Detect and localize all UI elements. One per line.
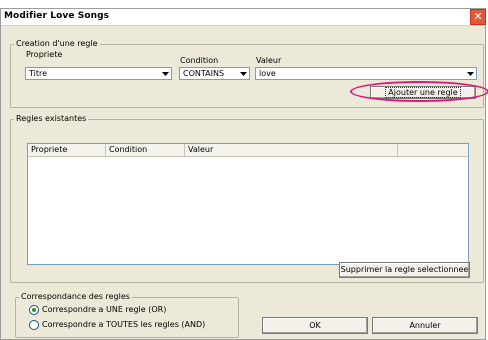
property-label: Propriete	[26, 50, 63, 59]
matching-group-legend: Correspondance des regles	[21, 292, 130, 301]
column-header-condition[interactable]: Condition	[106, 144, 185, 156]
match-all-radio[interactable]	[29, 320, 39, 330]
dialog-title: Modifier Love Songs	[4, 11, 110, 21]
delete-rule-button-label: Supprimer la regle selectionnee	[340, 265, 469, 274]
property-select[interactable]: Titre	[25, 67, 172, 80]
matching-group: Correspondance des regles	[15, 293, 239, 338]
match-any-radio[interactable]	[29, 305, 39, 315]
chevron-down-icon[interactable]	[239, 69, 248, 78]
cancel-button-label: Annuler	[409, 321, 441, 330]
ok-button[interactable]: OK	[262, 317, 368, 334]
chevron-down-icon[interactable]	[161, 69, 170, 78]
column-header-value[interactable]: Valeur	[185, 144, 398, 156]
value-label: Valeur	[256, 56, 282, 65]
match-all-label[interactable]: Correspondre a TOUTES les regles (AND)	[42, 320, 205, 329]
close-button[interactable]: ✕	[470, 9, 486, 25]
condition-label: Condition	[180, 56, 219, 65]
value-select[interactable]: love	[255, 67, 477, 80]
close-icon: ✕	[473, 10, 483, 23]
column-header-property[interactable]: Propriete	[28, 144, 106, 156]
rules-list[interactable]: Propriete Condition Valeur	[27, 143, 469, 265]
creation-group-legend: Creation d'une regle	[16, 39, 98, 48]
condition-select-value: CONTAINS	[183, 69, 225, 78]
rules-list-header: Propriete Condition Valeur	[28, 144, 468, 157]
title-bar: Modifier Love Songs ✕	[1, 9, 486, 26]
column-header-filler	[398, 144, 468, 156]
value-select-value: love	[259, 69, 276, 78]
condition-select[interactable]: CONTAINS	[179, 67, 250, 80]
property-select-value: Titre	[29, 69, 48, 78]
existing-rules-legend: Regles existantes	[16, 114, 87, 123]
delete-rule-button[interactable]: Supprimer la regle selectionnee	[339, 262, 470, 278]
highlight-annotation	[350, 81, 488, 102]
ok-button-label: OK	[309, 321, 321, 330]
chevron-down-icon[interactable]	[466, 69, 475, 78]
cancel-button[interactable]: Annuler	[372, 317, 478, 334]
match-any-label[interactable]: Correspondre a UNE regle (OR)	[42, 305, 166, 314]
